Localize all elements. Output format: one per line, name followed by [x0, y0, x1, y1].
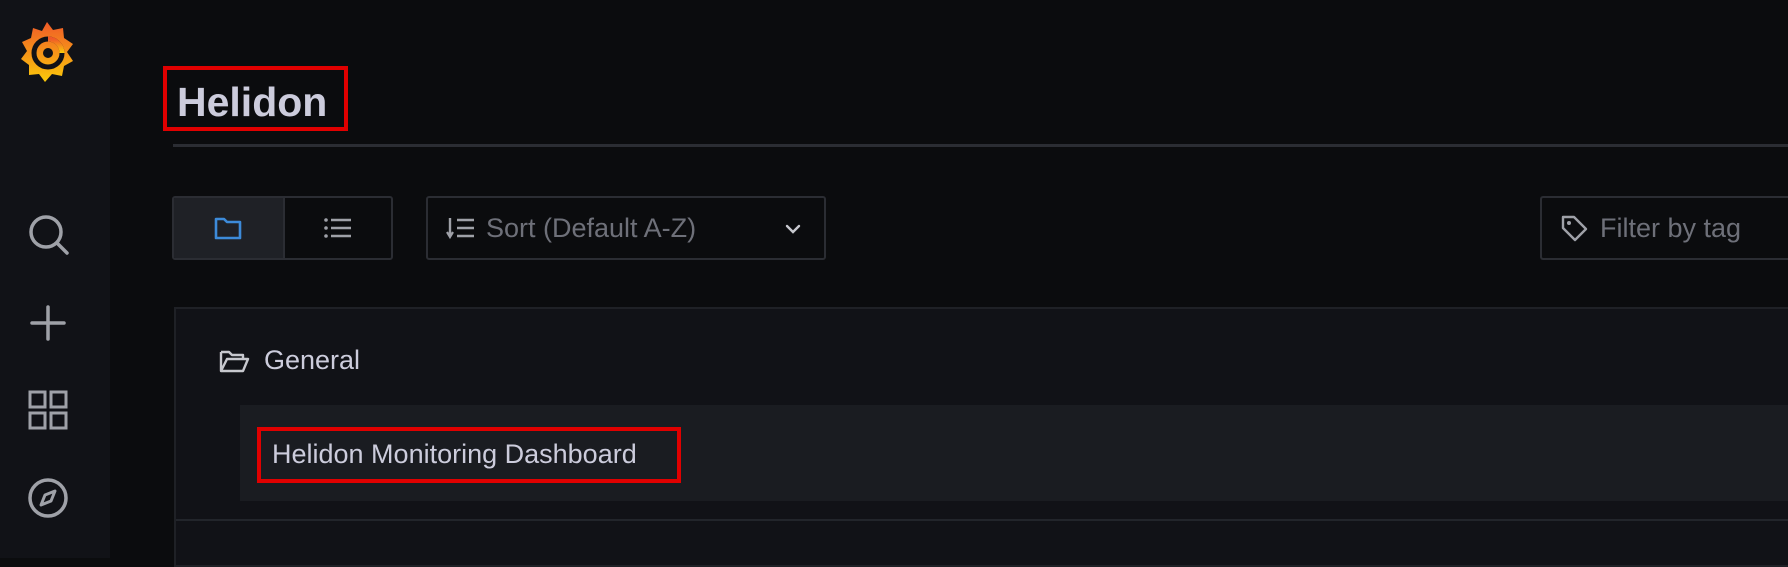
sort-label: Sort (Default A-Z) [486, 212, 697, 243]
folder-view-button[interactable] [174, 198, 283, 258]
sort-select[interactable]: Sort (Default A-Z) [426, 196, 826, 260]
dashboard-title: Helidon Monitoring Dashboard [272, 439, 637, 469]
folder-general[interactable]: General [218, 345, 360, 376]
folder-icon [214, 217, 242, 240]
list-view-button[interactable] [282, 198, 392, 258]
page-title: Helidon [177, 79, 328, 125]
folder-open-icon [219, 350, 250, 372]
grafana-logo-icon[interactable] [18, 20, 76, 84]
title-divider [173, 144, 1788, 147]
dashboard-item[interactable]: Helidon Monitoring Dashboard [240, 405, 1788, 501]
main-content: Helidon Sort (Default A-Z) Filter by tag [110, 0, 1788, 567]
results-divider [176, 519, 1788, 521]
plus-icon[interactable] [26, 301, 70, 345]
search-icon[interactable] [26, 212, 70, 256]
sidebar [0, 0, 110, 558]
tag-filter-placeholder: Filter by tag [1600, 212, 1742, 243]
chevron-down-icon [785, 224, 801, 234]
tag-icon [1561, 215, 1588, 242]
sort-icon [446, 218, 474, 240]
search-results: General Helidon Monitoring Dashboard [174, 307, 1788, 567]
folder-label: General [264, 345, 361, 375]
view-mode-toggle [172, 196, 393, 260]
compass-icon[interactable] [26, 476, 70, 520]
list-icon [323, 218, 351, 238]
grid-icon[interactable] [26, 388, 70, 432]
tag-filter[interactable]: Filter by tag [1540, 196, 1788, 260]
